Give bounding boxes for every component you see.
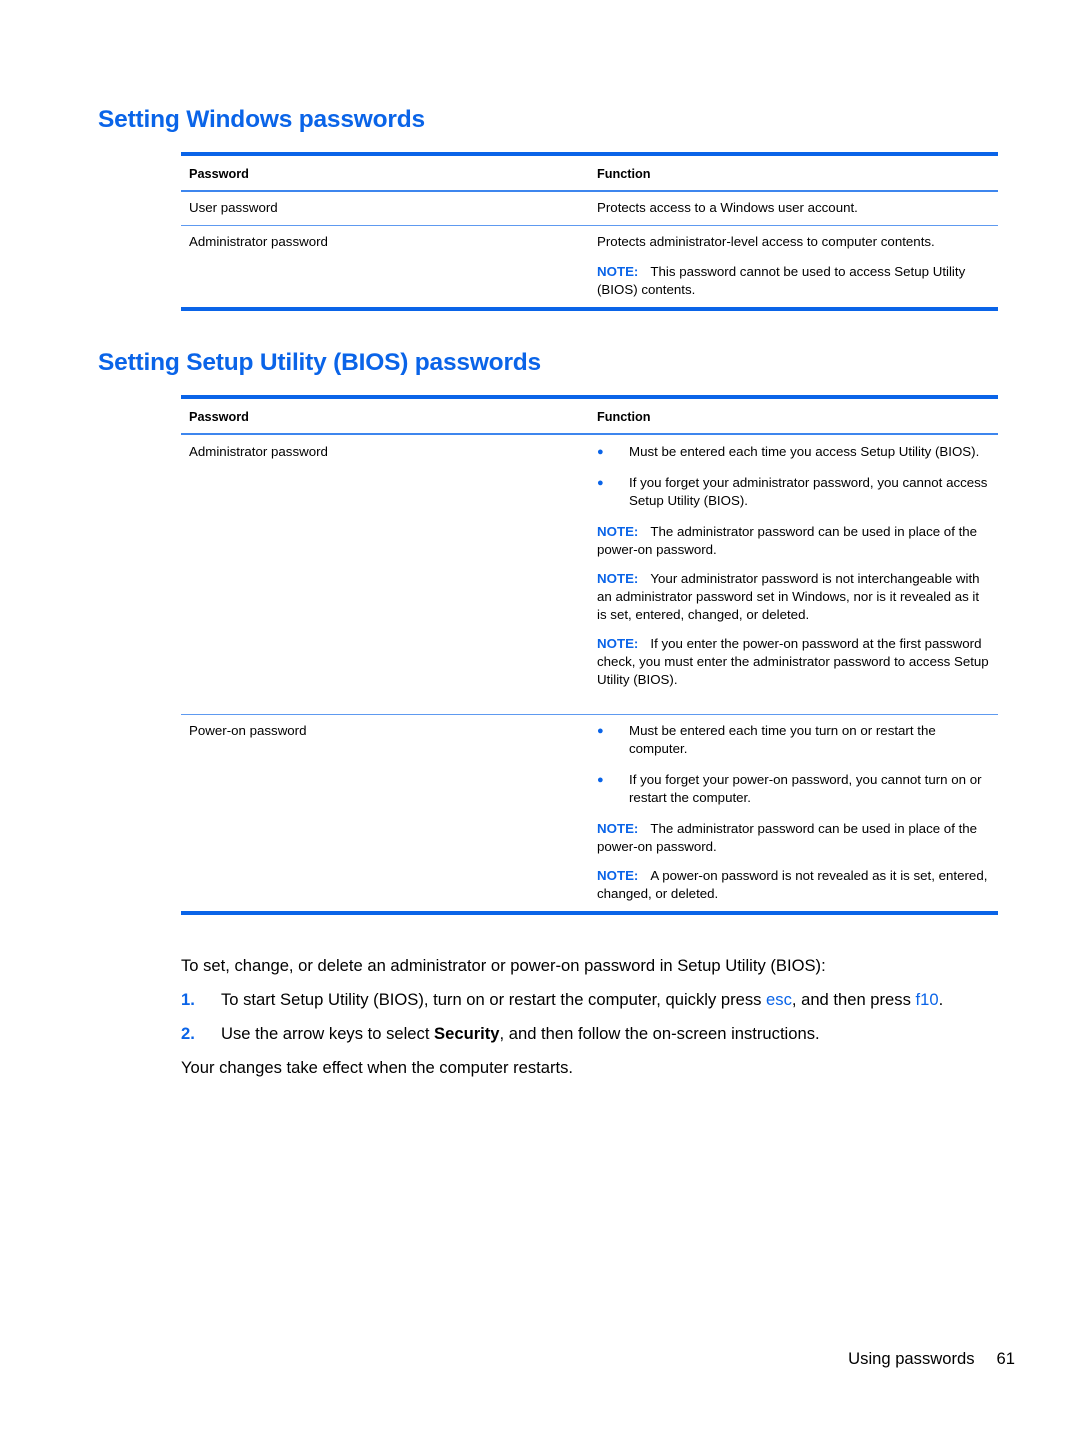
instructions-outro: Your changes take effect when the comput… <box>181 1058 574 1077</box>
bios-passwords-table: Password Function Administrator password… <box>181 395 998 915</box>
table-row: Power-on password ● Must be entered each … <box>181 715 998 911</box>
table-row: Administrator password Protects administ… <box>181 226 998 307</box>
step-number: 2. <box>181 1024 195 1043</box>
table-header-row: Password Function <box>181 399 998 433</box>
note-label: NOTE: <box>597 264 639 279</box>
bullet-item: ● If you forget your power-on password, y… <box>597 772 982 805</box>
instructions: To set, change, or delete an administrat… <box>181 955 1001 1079</box>
note: NOTE: The administrator password can be u… <box>597 821 978 854</box>
cell-password: Power-on password <box>189 723 307 738</box>
bullet-dot-icon: ● <box>597 725 604 737</box>
table-row: User password Protects access to a Windo… <box>181 192 998 225</box>
function-text: Protects administrator-level access to c… <box>597 234 935 249</box>
page-number: 61 <box>996 1349 1015 1368</box>
header-password: Password <box>189 410 249 424</box>
table-bottom-rule <box>181 911 998 915</box>
menu-security: Security <box>434 1024 500 1043</box>
heading-bios-passwords: Setting Setup Utility (BIOS) passwords <box>98 349 541 376</box>
table-header-row: Password Function <box>181 156 998 190</box>
step-text: Use the arrow keys to select Security, a… <box>221 1024 820 1043</box>
note: NOTE: If you enter the power-on password … <box>597 636 989 687</box>
cell-function: ● Must be entered each time you access Se… <box>589 443 998 714</box>
note: NOTE: Your administrator password is not … <box>597 571 980 622</box>
footer-section-title: Using passwords <box>848 1349 975 1368</box>
table-row: Administrator password ● Must be entered … <box>181 435 998 714</box>
header-password: Password <box>189 167 249 181</box>
note: NOTE: This password cannot be used to acc… <box>597 263 992 299</box>
cell-function: Protects access to a Windows user accoun… <box>597 200 858 215</box>
step-number: 1. <box>181 990 195 1009</box>
page-footer: Using passwords 61 <box>848 1349 1015 1369</box>
bullet-dot-icon: ● <box>597 477 604 489</box>
bullet-item: ● Must be entered each time you turn on o… <box>597 723 936 756</box>
note-text: This password cannot be used to access S… <box>597 264 966 297</box>
header-function: Function <box>597 167 651 181</box>
instructions-intro: To set, change, or delete an administrat… <box>181 956 826 975</box>
step-item: 1. To start Setup Utility (BIOS), turn o… <box>181 989 1001 1011</box>
cell-password: Administrator password <box>189 444 328 459</box>
header-function: Function <box>597 410 651 424</box>
table-bottom-rule <box>181 307 998 311</box>
bullet-item: ● If you forget your administrator passwo… <box>597 475 988 508</box>
cell-function: ● Must be entered each time you turn on o… <box>589 722 998 911</box>
cell-password: Administrator password <box>189 234 328 249</box>
cell-password: User password <box>189 200 278 215</box>
note: NOTE: A power-on password is not revealed… <box>597 868 988 901</box>
note: NOTE: The administrator password can be u… <box>597 524 978 557</box>
bullet-dot-icon: ● <box>597 774 604 786</box>
step-item: 2. Use the arrow keys to select Security… <box>181 1023 1001 1045</box>
key-f10: f10 <box>915 990 939 1009</box>
cell-function: Protects administrator-level access to c… <box>589 233 998 307</box>
heading-windows-passwords: Setting Windows passwords <box>98 106 425 133</box>
step-text: To start Setup Utility (BIOS), turn on o… <box>221 990 944 1009</box>
windows-passwords-table: Password Function User password Protects… <box>181 152 998 311</box>
bullet-dot-icon: ● <box>597 446 604 458</box>
key-esc: esc <box>766 990 792 1009</box>
bullet-item: ● Must be entered each time you access Se… <box>597 444 980 459</box>
